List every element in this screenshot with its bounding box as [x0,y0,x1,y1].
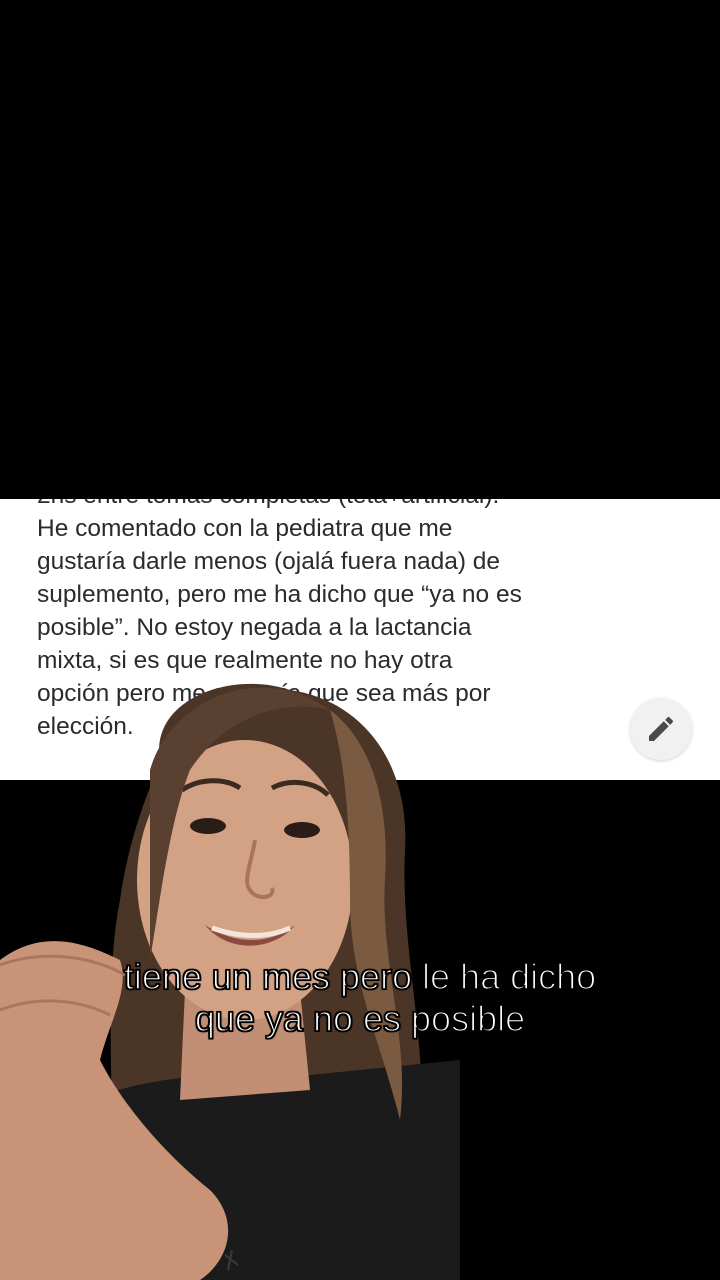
document-text: 2hs entre tomas completas (teta+artifici… [37,499,637,743]
document-line: elección. [37,713,134,740]
document-line: mixta, si es que realmente no hay otra [37,647,453,674]
document-line: posible”. No estoy negada a la lactancia [37,614,472,641]
document-line: 2hs entre tomas completas (teta+artifici… [37,499,637,512]
document-line: suplemento, pero me ha dicho que “ya no … [37,581,522,608]
caption-line: tiene un mes pero le ha dicho [123,955,597,998]
edit-button[interactable] [630,698,692,760]
video-caption: tiene un mes pero le ha dicho que ya no … [0,955,720,1040]
pencil-icon [649,716,674,741]
screenshot-panel: 2hs entre tomas completas (teta+artifici… [0,499,720,780]
document-line: gustaría darle menos (ojalá fuera nada) … [37,548,501,575]
caption-line: que ya no es posible [194,997,526,1040]
document-line: opción pero me gustaría que sea más por [37,680,491,707]
document-line: He comentado con la pediatra que me [37,515,453,542]
